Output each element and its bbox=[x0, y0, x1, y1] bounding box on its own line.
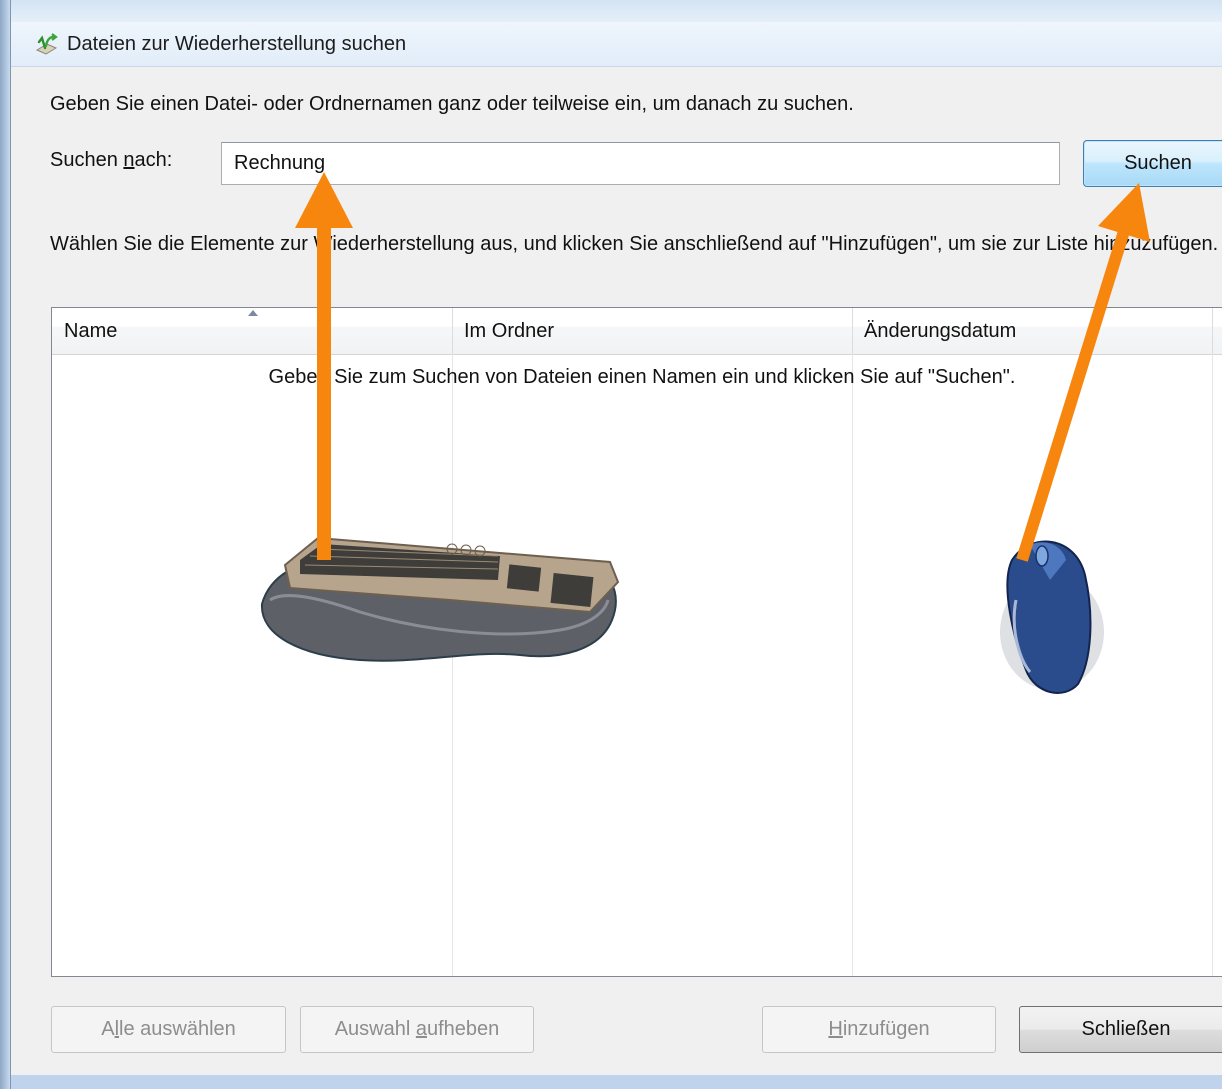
column-header-modified[interactable]: Änderungsdatum bbox=[852, 308, 1212, 354]
window-left-border bbox=[0, 0, 11, 1089]
title-bar[interactable]: Dateien zur Wiederherstellung suchen bbox=[11, 22, 1222, 67]
window-title: Dateien zur Wiederherstellung suchen bbox=[67, 32, 407, 55]
column-gridline bbox=[1212, 354, 1213, 976]
add-button[interactable]: Hinzufügen bbox=[762, 1006, 996, 1053]
column-gridline bbox=[452, 354, 453, 976]
close-button[interactable]: Schließen bbox=[1019, 1006, 1222, 1053]
window-top-border bbox=[11, 0, 1222, 22]
sort-ascending-icon bbox=[248, 310, 258, 316]
search-instruction: Geben Sie einen Datei- oder Ordnernamen … bbox=[50, 93, 854, 115]
column-header-folder[interactable]: Im Ordner bbox=[452, 308, 852, 354]
dialog-client-area: Geben Sie einen Datei- oder Ordnernamen … bbox=[11, 67, 1222, 1075]
deselect-button[interactable]: Auswahl aufheben bbox=[300, 1006, 534, 1053]
select-all-button[interactable]: Alle auswählen bbox=[51, 1006, 286, 1053]
empty-list-message: Geben Sie zum Suchen von Dateien einen N… bbox=[268, 366, 1016, 388]
column-divider[interactable] bbox=[1212, 308, 1213, 354]
column-gridline bbox=[852, 354, 853, 976]
window-bottom-border bbox=[11, 1075, 1222, 1089]
search-button[interactable]: Suchen bbox=[1083, 140, 1222, 187]
select-instruction: Wählen Sie die Elemente zur Wiederherste… bbox=[50, 233, 1219, 255]
search-label: Suchen nach: bbox=[50, 149, 173, 171]
list-header: Name Im Ordner Änderungsdatum bbox=[52, 308, 1222, 355]
restore-icon bbox=[35, 33, 58, 55]
search-input[interactable] bbox=[221, 142, 1060, 185]
results-list[interactable]: Name Im Ordner Änderungsdatum Geben Sie … bbox=[51, 307, 1222, 977]
